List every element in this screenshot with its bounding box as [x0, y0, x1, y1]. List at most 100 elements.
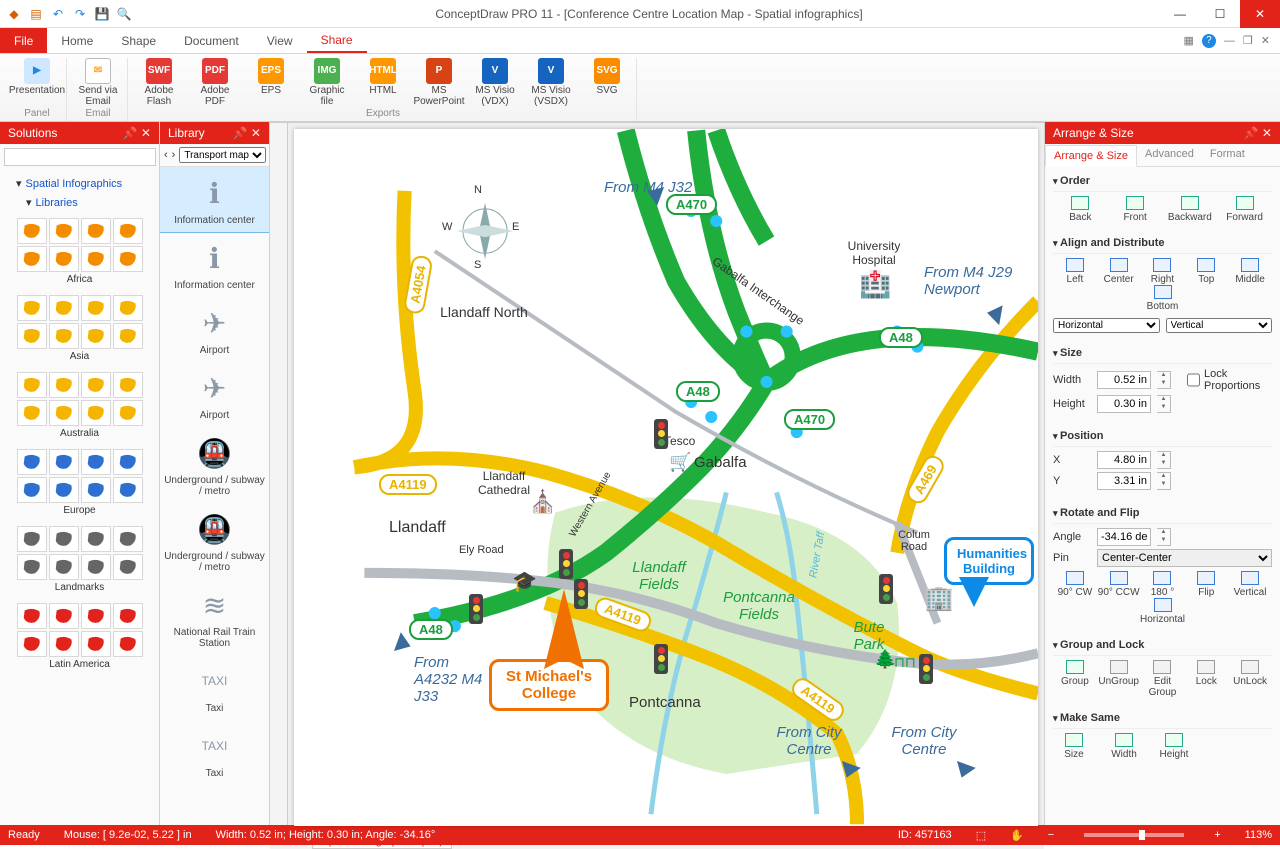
- flip-horizontal[interactable]: Horizontal: [1142, 598, 1184, 625]
- send-via-email-button[interactable]: ✉Send via Email: [75, 58, 121, 107]
- zoom-slider[interactable]: [1084, 833, 1184, 837]
- lib-next-icon[interactable]: ›: [172, 149, 176, 161]
- shape-thumb[interactable]: [17, 526, 47, 552]
- export-eps[interactable]: EPSEPS: [248, 58, 294, 97]
- shape-thumb[interactable]: [81, 400, 111, 426]
- shape-thumb[interactable]: [17, 323, 47, 349]
- shape-thumb[interactable]: [81, 526, 111, 552]
- shape-thumb[interactable]: [113, 631, 143, 657]
- library-item[interactable]: ≋National Rail Train Station: [160, 579, 269, 655]
- shape-thumb[interactable]: [17, 631, 47, 657]
- ungroup-button[interactable]: UnGroup: [1098, 660, 1140, 698]
- library-item[interactable]: ✈Airport: [160, 297, 269, 362]
- window-close-icon[interactable]: ✕: [1261, 34, 1270, 47]
- same-height[interactable]: Height: [1153, 733, 1195, 760]
- help-icon[interactable]: ?: [1202, 34, 1216, 48]
- shape-thumb[interactable]: [49, 218, 79, 244]
- zoom-out-icon[interactable]: −: [1048, 829, 1054, 841]
- rotate-90ccw[interactable]: 90° CCW: [1098, 571, 1140, 598]
- align-top[interactable]: Top: [1185, 258, 1227, 285]
- subtab-advanced[interactable]: Advanced: [1137, 144, 1202, 166]
- presentation-button[interactable]: ▶Presentation: [14, 58, 60, 97]
- angle-spinner[interactable]: ▲▼: [1157, 528, 1171, 546]
- shape-thumb[interactable]: [81, 631, 111, 657]
- subtab-arrange[interactable]: Arrange & Size: [1045, 145, 1137, 167]
- hand-icon[interactable]: ✋: [1010, 829, 1024, 842]
- shape-thumb[interactable]: [113, 603, 143, 629]
- undo-icon[interactable]: ↶: [50, 6, 66, 22]
- shape-thumb[interactable]: [113, 218, 143, 244]
- lock-proportions-checkbox[interactable]: [1187, 371, 1200, 389]
- shape-thumb[interactable]: [17, 477, 47, 503]
- library-item[interactable]: ✈Airport: [160, 362, 269, 427]
- order-forward[interactable]: Forward: [1224, 196, 1266, 223]
- tree-spatial[interactable]: ▾Spatial Infographics: [6, 174, 153, 193]
- shape-thumb[interactable]: [49, 603, 79, 629]
- shape-thumb[interactable]: [49, 554, 79, 580]
- shape-thumb[interactable]: [113, 246, 143, 272]
- save-icon[interactable]: 💾: [94, 6, 110, 22]
- zoom-in-icon[interactable]: +: [1214, 829, 1220, 841]
- status-icon[interactable]: ⬚: [976, 829, 986, 842]
- redo-icon[interactable]: ↷: [72, 6, 88, 22]
- shape-thumb[interactable]: [49, 400, 79, 426]
- shape-thumb[interactable]: [81, 554, 111, 580]
- order-front[interactable]: Front: [1114, 196, 1156, 223]
- lock-button[interactable]: Lock: [1185, 660, 1227, 698]
- shape-thumb[interactable]: [17, 372, 47, 398]
- width-input[interactable]: [1097, 371, 1151, 389]
- shape-thumb[interactable]: [49, 631, 79, 657]
- shape-thumb[interactable]: [49, 372, 79, 398]
- shape-thumb[interactable]: [113, 323, 143, 349]
- same-width[interactable]: Width: [1103, 733, 1145, 760]
- library-dropdown[interactable]: Transport map: [179, 147, 266, 163]
- tab-view[interactable]: View: [253, 28, 307, 53]
- export-adobe-pdf[interactable]: PDFAdobe PDF: [192, 58, 238, 107]
- shape-thumb[interactable]: [113, 477, 143, 503]
- align-middle[interactable]: Middle: [1229, 258, 1271, 285]
- align-right[interactable]: Right: [1141, 258, 1183, 285]
- minimize-button[interactable]: —: [1160, 0, 1200, 28]
- x-input[interactable]: [1097, 451, 1151, 469]
- window-restore-icon[interactable]: ❐: [1243, 34, 1253, 47]
- shape-thumb[interactable]: [17, 246, 47, 272]
- shape-thumb[interactable]: [113, 449, 143, 475]
- search-icon[interactable]: 🔍: [116, 6, 132, 22]
- export-ms-visio-vdx[interactable]: VMS Visio (VDX): [472, 58, 518, 107]
- shape-thumb[interactable]: [81, 295, 111, 321]
- callout-humanities[interactable]: Humanities Building: [944, 537, 1034, 585]
- y-input[interactable]: [1097, 472, 1151, 490]
- rotate-180[interactable]: 180 °: [1141, 571, 1183, 598]
- distribute-vertical[interactable]: Vertical: [1166, 318, 1273, 333]
- group-button[interactable]: Group: [1054, 660, 1096, 698]
- new-icon[interactable]: ▤: [28, 6, 44, 22]
- shape-thumb[interactable]: [81, 449, 111, 475]
- shape-thumb[interactable]: [17, 400, 47, 426]
- rotate-90cw[interactable]: 90° CW: [1054, 571, 1096, 598]
- solutions-search-input[interactable]: [4, 148, 156, 166]
- maximize-button[interactable]: ☐: [1200, 0, 1240, 28]
- export-graphic-file[interactable]: IMGGraphic file: [304, 58, 350, 107]
- grid-icon[interactable]: ▦: [1184, 34, 1194, 47]
- export-ms-powerpoint[interactable]: PMS PowerPoint: [416, 58, 462, 107]
- shape-thumb[interactable]: [81, 323, 111, 349]
- flip[interactable]: Flip: [1185, 571, 1227, 598]
- library-pin-icon[interactable]: 📌 ✕: [233, 126, 261, 140]
- export-adobe-flash[interactable]: SWFAdobe Flash: [136, 58, 182, 107]
- shape-thumb[interactable]: [113, 372, 143, 398]
- tab-document[interactable]: Document: [170, 28, 253, 53]
- shape-thumb[interactable]: [113, 295, 143, 321]
- tab-file[interactable]: File: [0, 28, 47, 53]
- tab-home[interactable]: Home: [47, 28, 107, 53]
- shape-thumb[interactable]: [17, 218, 47, 244]
- library-item[interactable]: 🚇Underground / subway / metro: [160, 503, 269, 579]
- drawing-page[interactable]: N S E W A470 A470 A48 A48 A48 A4054 A469…: [294, 129, 1038, 826]
- library-item[interactable]: ℹInformation center: [160, 167, 269, 232]
- shape-thumb[interactable]: [49, 526, 79, 552]
- shape-thumb[interactable]: [113, 526, 143, 552]
- tree-libraries[interactable]: ▾Libraries: [6, 193, 153, 212]
- pin-select[interactable]: Center-Center: [1097, 549, 1272, 567]
- tab-share[interactable]: Share: [307, 28, 367, 53]
- close-button[interactable]: ✕: [1240, 0, 1280, 28]
- tab-shape[interactable]: Shape: [107, 28, 170, 53]
